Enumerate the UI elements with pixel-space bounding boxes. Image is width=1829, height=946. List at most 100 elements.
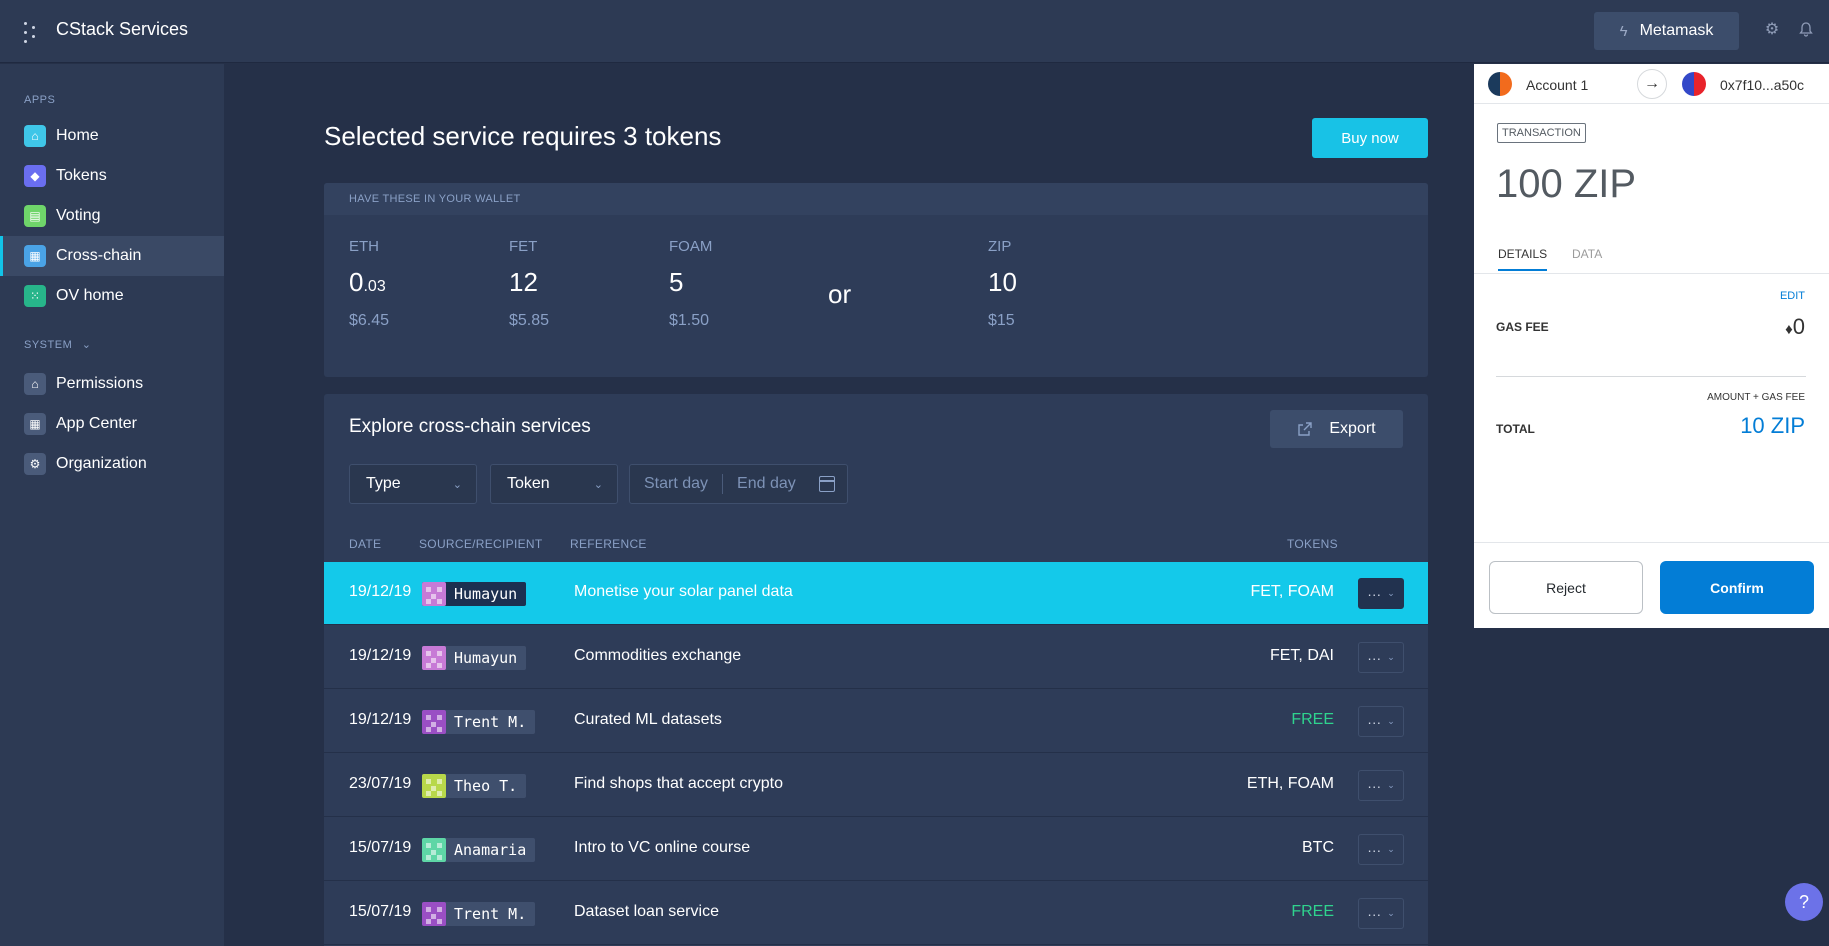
table-row[interactable]: 19/12/19 Humayun Commodities exchange FET, …	[324, 626, 1428, 689]
transaction-badge: TRANSACTION	[1497, 123, 1586, 143]
row-tokens: FREE	[1291, 711, 1334, 728]
bell-icon[interactable]	[1797, 21, 1815, 39]
metamask-panel: Account 1 → 0x7f10...a50c TRANSACTION 10…	[1474, 64, 1829, 628]
row-date: 19/12/19	[349, 583, 412, 600]
explore-card: Explore cross-chain services Export Type…	[324, 394, 1428, 946]
sidebar-item-app-center[interactable]: ▦ App Center	[0, 404, 224, 444]
divider	[1496, 376, 1806, 377]
user-name: Humayun	[454, 649, 518, 667]
date-range-picker[interactable]: Start day End day	[629, 464, 848, 504]
arrow-right-icon: →	[1637, 69, 1667, 99]
table-row[interactable]: 15/07/19 Trent M. Dataset loan service FREE…	[324, 882, 1428, 945]
row-reference: Monetise your solar panel data	[574, 583, 793, 600]
page-title: Selected service requires 3 tokens	[324, 121, 722, 151]
chevron-down-icon: ⌄	[593, 478, 603, 491]
user-name: Theo T.	[454, 777, 518, 795]
table-row[interactable]: 23/07/19 Theo T. Find shops that accept cr…	[324, 754, 1428, 817]
user-chip[interactable]: Trent M.	[422, 902, 536, 926]
vote-icon: ▤	[24, 205, 46, 227]
app-name: CStack Services	[56, 19, 189, 39]
row-actions-button[interactable]: ··· ⌄	[1358, 834, 1404, 865]
wallet-heading: HAVE THESE IN YOUR WALLET	[324, 183, 1428, 215]
table-row[interactable]: 15/07/19 Anamaria Intro to VC online cours…	[324, 818, 1428, 881]
row-actions-button[interactable]: ··· ⌄	[1358, 578, 1404, 609]
start-day-input[interactable]: Start day	[644, 475, 708, 493]
token-filter[interactable]: Token ⌄	[490, 464, 618, 504]
user-name: Anamaria	[454, 841, 527, 859]
edit-link[interactable]: EDIT	[1780, 290, 1805, 302]
or-separator: or	[828, 279, 852, 309]
top-bar: CStack Services ϟ Metamask ⚙	[0, 0, 1829, 63]
column-tokens: TOKENS	[1287, 537, 1338, 551]
export-button[interactable]: Export	[1270, 410, 1403, 448]
sidebar-item-permissions[interactable]: ⌂ Permissions	[0, 364, 224, 404]
column-date: DATE	[349, 537, 382, 551]
account-identicon-icon	[1488, 72, 1512, 96]
wallet-token-fet: FET 12 $5.85	[509, 238, 550, 329]
cstack-logo-icon	[24, 22, 46, 44]
row-actions-button[interactable]: ··· ⌄	[1358, 898, 1404, 929]
sidebar-item-home[interactable]: ⌂ Home	[0, 116, 224, 156]
row-reference: Find shops that accept crypto	[574, 775, 783, 792]
sidebar-item-voting[interactable]: ▤ Voting	[0, 196, 224, 236]
column-reference: REFERENCE	[570, 537, 647, 551]
help-button[interactable]: ?	[1785, 883, 1823, 921]
sidebar-item-cross-chain[interactable]: ▦ Cross-chain	[0, 236, 224, 276]
external-link-icon	[1298, 422, 1313, 436]
avatar	[422, 774, 446, 798]
confirm-button[interactable]: Confirm	[1660, 561, 1814, 614]
account-name[interactable]: Account 1	[1526, 77, 1588, 93]
table-row[interactable]: 19/12/19 Trent M. Curated ML datasets FREE ·…	[324, 690, 1428, 753]
row-tokens: ETH, FOAM	[1246, 775, 1334, 792]
apps-heading: APPS	[24, 94, 56, 106]
row-tokens: FET, FOAM	[1250, 583, 1334, 600]
row-actions-button[interactable]: ··· ⌄	[1358, 642, 1404, 673]
buy-now-button[interactable]: Buy now	[1312, 118, 1428, 158]
tab-data[interactable]: DATA	[1572, 247, 1602, 269]
bank-icon: ⌂	[24, 373, 46, 395]
row-date: 19/12/19	[349, 647, 412, 664]
user-name: Trent M.	[454, 713, 527, 731]
type-filter[interactable]: Type ⌄	[349, 464, 477, 504]
sidebar-item-ov-home[interactable]: ⁙ OV home	[0, 276, 224, 316]
recipient-identicon-icon	[1682, 72, 1706, 96]
sidebar: APPS ⌂ Home ◆ Tokens ▤ Voting ▦ Cross-ch…	[0, 64, 224, 946]
ethereum-icon: ♦	[1785, 321, 1793, 338]
sidebar-item-label: Home	[56, 127, 99, 144]
row-tokens: FREE	[1291, 903, 1334, 920]
gear-icon[interactable]: ⚙	[1763, 21, 1781, 39]
metamask-label: Metamask	[1639, 22, 1714, 39]
chevron-down-icon: ⌄	[1387, 588, 1395, 598]
more-icon: ···	[1367, 585, 1382, 602]
user-chip[interactable]: Theo T.	[422, 774, 527, 798]
sidebar-item-label: Voting	[56, 207, 101, 224]
row-actions-button[interactable]: ··· ⌄	[1358, 770, 1404, 801]
row-reference: Dataset loan service	[574, 903, 719, 920]
calendar-icon[interactable]	[819, 476, 835, 492]
row-tokens: FET, DAI	[1269, 647, 1334, 664]
sidebar-item-tokens[interactable]: ◆ Tokens	[0, 156, 224, 196]
user-name: Trent M.	[454, 905, 527, 923]
transaction-amount: 100 ZIP	[1496, 162, 1637, 206]
more-icon: ···	[1367, 841, 1382, 858]
system-heading[interactable]: SYSTEM ⌄	[24, 338, 92, 351]
avatar	[422, 838, 446, 862]
user-chip[interactable]: Humayun	[422, 646, 527, 670]
reject-button[interactable]: Reject	[1489, 561, 1643, 614]
user-chip[interactable]: Anamaria	[422, 838, 536, 862]
calculator-icon: ▦	[24, 245, 46, 267]
metamask-button[interactable]: ϟ Metamask	[1594, 12, 1739, 50]
sidebar-item-label: Tokens	[56, 167, 107, 184]
account-bar: Account 1 → 0x7f10...a50c	[1474, 64, 1829, 104]
avatar	[422, 646, 446, 670]
user-chip[interactable]: Humayun	[422, 582, 527, 606]
tab-details[interactable]: DETAILS	[1498, 247, 1548, 271]
sidebar-item-organization[interactable]: ⚙ Organization	[0, 444, 224, 484]
user-chip[interactable]: Trent M.	[422, 710, 536, 734]
row-actions-button[interactable]: ··· ⌄	[1358, 706, 1404, 737]
wallet-token-eth: ETH 0.03 $6.45	[349, 238, 390, 329]
table-row[interactable]: 19/12/19 Humayun Monetise your solar panel…	[324, 562, 1428, 625]
sidebar-item-label: Permissions	[56, 375, 144, 392]
recipient-address[interactable]: 0x7f10...a50c	[1720, 77, 1804, 93]
end-day-input[interactable]: End day	[737, 475, 796, 493]
